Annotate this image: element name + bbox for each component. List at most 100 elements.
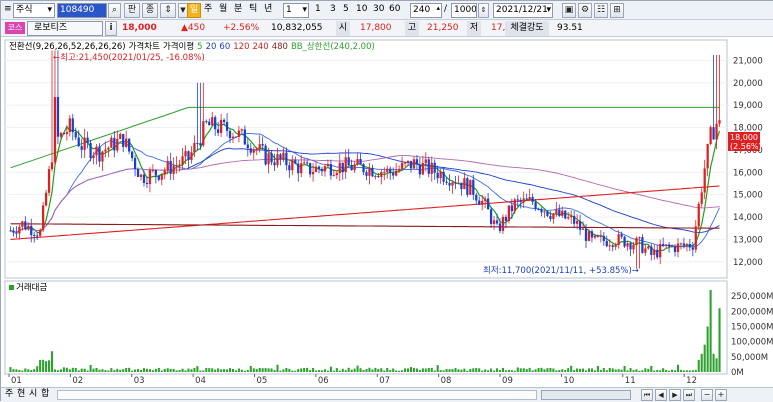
candle-body <box>525 198 528 200</box>
chart-window: ≡ 주식 ▾ 108490 ⌕ 판 종 ⇕ ▼ 일 주 월 분 틱 년 1 ▾ … <box>0 0 773 402</box>
volume-bar <box>573 370 576 372</box>
candle-body <box>83 137 86 150</box>
volume-bar <box>341 368 344 372</box>
candle-body <box>217 129 220 133</box>
candle-body <box>599 235 602 237</box>
minute-10[interactable]: 10 <box>356 2 367 17</box>
candle-body <box>486 198 490 210</box>
count-input[interactable]: 240 ▴ <box>410 3 442 18</box>
minute-30[interactable]: 30 <box>373 2 384 17</box>
high-value: 21,250 <box>427 23 459 33</box>
period-year[interactable]: 년 <box>264 2 272 17</box>
quote-bar: 코스 로보티즈 i 18,000 ▲450 +2.56% 10,832,055 … <box>1 20 773 37</box>
candle-body <box>632 244 635 250</box>
tab-si[interactable]: 시 <box>29 387 37 402</box>
minute-1[interactable]: 1 <box>315 2 321 17</box>
scroll-next-icon[interactable]: ▶ <box>669 389 681 401</box>
tab-hap[interactable]: 합 <box>41 387 49 402</box>
search-icon[interactable]: ⌕ <box>108 3 121 18</box>
candle-body <box>650 246 653 255</box>
volume-tick-label: 200,000M <box>731 307 773 317</box>
minute-60[interactable]: 60 <box>389 2 400 17</box>
volume-bar <box>478 368 481 372</box>
list-icon[interactable]: ☷ <box>594 3 608 18</box>
zoom-in-icon[interactable]: + <box>715 389 727 401</box>
scroll-track[interactable] <box>57 390 537 400</box>
info-icon[interactable]: i <box>105 21 117 36</box>
open-label: 시 <box>336 21 350 36</box>
volume-bar <box>685 370 688 372</box>
stock-code-input[interactable]: 108490 <box>57 3 107 18</box>
candle-body <box>709 127 712 145</box>
candle-body <box>104 149 107 152</box>
pan-button[interactable]: 판 <box>124 3 140 18</box>
candle-body <box>89 142 92 158</box>
chart-svg[interactable]: 21,00020,00019,00018,00017,00016,00015,0… <box>1 37 773 387</box>
candle-body <box>122 133 125 147</box>
tab-ju[interactable]: 주 <box>5 387 13 402</box>
save-icon[interactable]: ▣ <box>562 3 576 18</box>
zoom-out-icon[interactable]: − <box>701 389 713 401</box>
candle-body <box>356 159 359 165</box>
volume-bar <box>21 370 24 372</box>
volume-bar <box>151 370 154 372</box>
interval-select[interactable]: 1 ▾ <box>283 3 309 18</box>
scroll-prev-icon[interactable]: ◀ <box>655 389 667 401</box>
minute-3[interactable]: 3 <box>330 2 336 17</box>
candle-body <box>119 133 122 139</box>
tab-hyeon[interactable]: 현 <box>17 387 25 402</box>
volume-bar <box>534 369 537 372</box>
volume-bar <box>682 370 685 372</box>
legend-item: 가격이평 <box>163 41 194 52</box>
volume-bar <box>163 368 166 372</box>
strength-value: 93.51 <box>557 23 583 33</box>
gear-icon[interactable]: ⚙ <box>578 3 592 18</box>
volume-bar <box>323 369 326 372</box>
scrollbar-thumb[interactable] <box>541 390 631 400</box>
candle-body <box>445 181 448 183</box>
chart-area[interactable]: 21,00020,00019,00018,00017,00016,00015,0… <box>1 37 773 387</box>
candle-body <box>596 235 600 237</box>
price-tick-label: 12,000 <box>733 258 763 268</box>
price-change-pct: +2.56% <box>223 23 260 33</box>
candle-body <box>712 127 715 140</box>
candle-body <box>611 245 614 247</box>
volume-bar <box>309 370 312 372</box>
volume-bar <box>30 370 33 372</box>
price-tick-label: 20,000 <box>733 79 763 89</box>
stock-name-field[interactable]: 로보티즈 <box>27 21 103 36</box>
candle-body <box>282 152 285 159</box>
period-month[interactable]: 월 <box>219 2 227 17</box>
spin-icon[interactable]: ⇕ <box>478 3 489 18</box>
menu-icon[interactable]: ≡ <box>4 2 12 17</box>
period-day-button[interactable]: 일 <box>187 3 201 18</box>
candle-body <box>602 235 605 241</box>
total-input[interactable]: 1000 <box>451 3 477 18</box>
scroll-first-icon[interactable]: ⏮ <box>641 389 653 401</box>
candle-body <box>460 182 463 190</box>
price-tick-label: 19,000 <box>733 101 763 111</box>
volume-bar <box>448 369 451 372</box>
grid-icon[interactable]: ⊞ <box>610 3 624 18</box>
period-tick[interactable]: 틱 <box>249 2 257 17</box>
volume-bar <box>62 367 65 372</box>
volume-bar <box>712 353 715 372</box>
candle-body <box>116 138 119 151</box>
period-minute[interactable]: 분 <box>234 2 242 17</box>
date-select[interactable]: 2021/12/21 ▾ <box>493 3 553 18</box>
volume-bar <box>59 369 62 372</box>
gye-button[interactable]: 종 <box>142 3 158 18</box>
market-select[interactable]: 주식 ▾ <box>13 3 55 18</box>
period-week[interactable]: 주 <box>204 2 212 17</box>
volume-bar <box>169 368 172 372</box>
arrows-icon[interactable]: ⇕ <box>160 3 176 18</box>
candle-body <box>481 200 484 205</box>
volume-bar <box>291 370 294 372</box>
scroll-last-icon[interactable]: ⏭ <box>683 389 695 401</box>
minute-5[interactable]: 5 <box>343 2 349 17</box>
volume-bar <box>196 366 199 372</box>
volume-bar <box>344 370 347 372</box>
candle-body <box>101 151 104 162</box>
candle-body <box>317 166 321 169</box>
candle-body <box>237 130 241 137</box>
